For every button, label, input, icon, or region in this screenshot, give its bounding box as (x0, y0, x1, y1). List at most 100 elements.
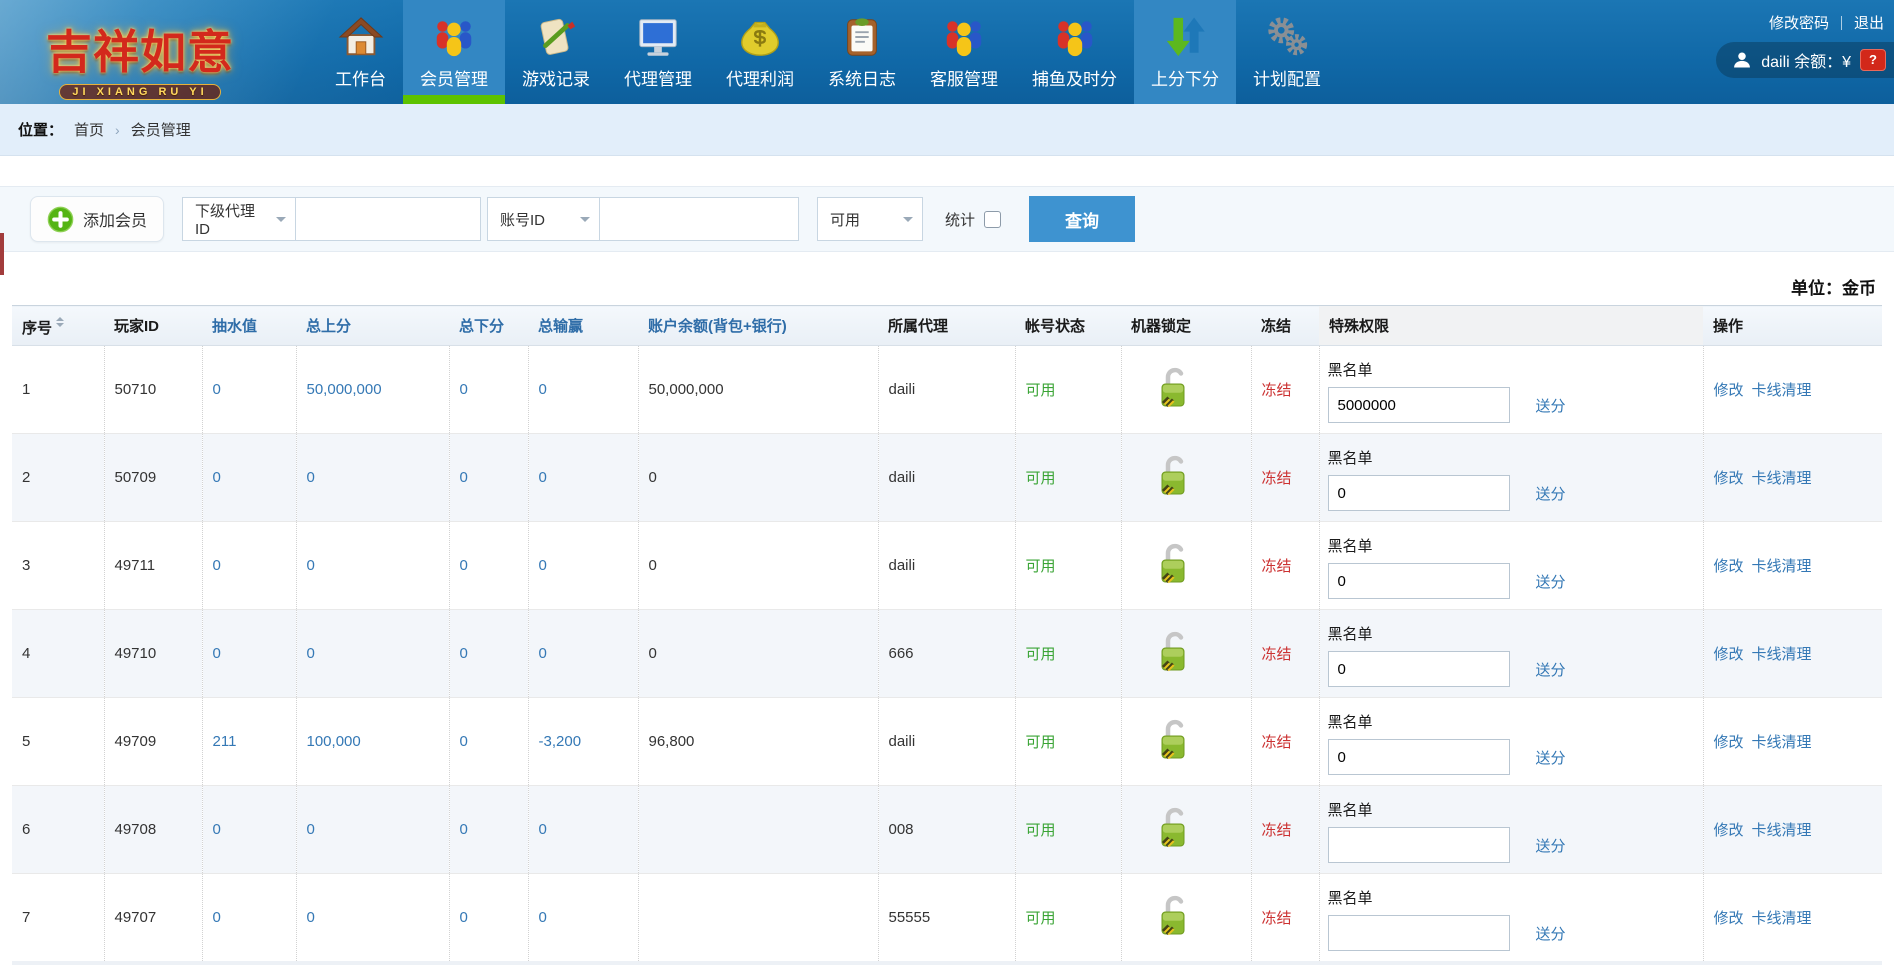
score-input[interactable] (1328, 651, 1510, 687)
edit-link[interactable]: 修改 (1714, 382, 1744, 399)
cell-special-privileges: 黑名单送分 (1319, 698, 1703, 786)
nav-item-8[interactable]: 捕鱼及时分 (1015, 0, 1134, 104)
cell-balance: 0 (638, 434, 878, 522)
clear-line-link[interactable]: 卡线清理 (1752, 734, 1812, 751)
nav-item-label: 游戏记录 (522, 65, 590, 90)
cell-status: 可用 (1015, 786, 1121, 874)
col-header-4[interactable]: 总上分 (296, 306, 449, 346)
agent-id-input[interactable] (295, 197, 481, 241)
edit-link[interactable]: 修改 (1714, 470, 1744, 487)
lock-open-icon[interactable] (1156, 453, 1192, 499)
add-member-button[interactable]: 添加会员 (30, 196, 164, 242)
lock-open-icon[interactable] (1156, 365, 1192, 411)
cell-player-id: 49711 (104, 522, 202, 610)
status-select[interactable]: 可用 (817, 197, 923, 241)
cell-index: 1 (12, 346, 104, 434)
cell-freeze: 冻结 (1251, 434, 1319, 522)
cell-freeze: 冻结 (1251, 786, 1319, 874)
brand-logo: 吉祥如意 JI XIANG RU YI (12, 2, 268, 102)
score-input[interactable] (1328, 387, 1510, 423)
clear-line-link[interactable]: 卡线清理 (1752, 470, 1812, 487)
score-updown-icon (1162, 14, 1208, 60)
unit-label: 单位：金币 (1791, 274, 1876, 299)
monitor-icon (635, 14, 681, 60)
filter-panel: 添加会员 下级代理ID 账号ID 可用 统计 查询 (0, 186, 1894, 252)
score-input[interactable] (1328, 563, 1510, 599)
clear-line-link[interactable]: 卡线清理 (1752, 910, 1812, 927)
cell-machine-lock (1121, 522, 1251, 610)
col-header-1[interactable]: 序号 (12, 306, 104, 346)
lock-open-icon[interactable] (1156, 805, 1192, 851)
search-button[interactable]: 查询 (1029, 196, 1135, 242)
nav-item-1[interactable]: 工作台 (318, 0, 403, 104)
clear-line-link[interactable]: 卡线清理 (1752, 646, 1812, 663)
col-header-6[interactable]: 总输赢 (528, 306, 638, 346)
clear-line-link[interactable]: 卡线清理 (1752, 558, 1812, 575)
lock-open-icon[interactable] (1156, 541, 1192, 587)
freeze-link[interactable]: 冻结 (1262, 646, 1292, 663)
nav-item-5[interactable]: 代理利润 (709, 0, 811, 104)
nav-item-9[interactable]: 上分下分 (1134, 0, 1236, 104)
nav-item-7[interactable]: 客服管理 (913, 0, 1015, 104)
stat-filter: 统计 (945, 209, 1001, 230)
give-score-link[interactable]: 送分 (1536, 571, 1566, 592)
stat-checkbox[interactable] (984, 211, 1001, 228)
account-id-input[interactable] (599, 197, 799, 241)
left-edge-marker (0, 233, 4, 275)
col-header-7[interactable]: 账户余额(背包+银行) (638, 306, 878, 346)
lock-open-icon[interactable] (1156, 893, 1192, 939)
freeze-link[interactable]: 冻结 (1262, 822, 1292, 839)
nav-item-6[interactable]: 系统日志 (811, 0, 913, 104)
freeze-link[interactable]: 冻结 (1262, 382, 1292, 399)
breadcrumb-current[interactable]: 会员管理 (131, 119, 191, 140)
clear-line-link[interactable]: 卡线清理 (1752, 382, 1812, 399)
logout-link[interactable]: 退出 (1854, 12, 1884, 33)
blacklist-label: 黑名单 (1328, 359, 1703, 380)
give-score-link[interactable]: 送分 (1536, 835, 1566, 856)
clear-line-link[interactable]: 卡线清理 (1752, 822, 1812, 839)
agent-id-select-value: 下级代理ID (195, 200, 269, 238)
clipboard-icon (839, 14, 885, 60)
blacklist-label: 黑名单 (1328, 623, 1703, 644)
lock-open-icon[interactable] (1156, 717, 1192, 763)
edit-link[interactable]: 修改 (1714, 734, 1744, 751)
agent-id-select[interactable]: 下级代理ID (182, 197, 296, 241)
game-record-icon (533, 14, 579, 60)
edit-link[interactable]: 修改 (1714, 646, 1744, 663)
breadcrumb-home[interactable]: 首页 (74, 119, 104, 140)
cell-rake: 0 (202, 522, 296, 610)
table-row: 44971000000666可用冻结黑名单送分修改卡线清理 (12, 610, 1882, 698)
account-id-select[interactable]: 账号ID (487, 197, 600, 241)
change-password-link[interactable]: 修改密码 (1769, 12, 1829, 33)
cell-total-winloss: 0 (528, 434, 638, 522)
table-row: 25070900000daili可用冻结黑名单送分修改卡线清理 (12, 434, 1882, 522)
score-input[interactable] (1328, 475, 1510, 511)
status-select-value: 可用 (830, 209, 860, 230)
score-input[interactable] (1328, 827, 1510, 863)
freeze-link[interactable]: 冻结 (1262, 558, 1292, 575)
cell-total-down: 0 (449, 434, 528, 522)
lock-open-icon[interactable] (1156, 629, 1192, 675)
cell-player-id: 49710 (104, 610, 202, 698)
give-score-link[interactable]: 送分 (1536, 483, 1566, 504)
col-header-3[interactable]: 抽水值 (202, 306, 296, 346)
col-header-5[interactable]: 总下分 (449, 306, 528, 346)
give-score-link[interactable]: 送分 (1536, 395, 1566, 416)
edit-link[interactable]: 修改 (1714, 558, 1744, 575)
cell-freeze: 冻结 (1251, 522, 1319, 610)
give-score-link[interactable]: 送分 (1536, 747, 1566, 768)
nav-item-2[interactable]: 会员管理 (403, 0, 505, 104)
freeze-link[interactable]: 冻结 (1262, 470, 1292, 487)
score-input[interactable] (1328, 739, 1510, 775)
give-score-link[interactable]: 送分 (1536, 923, 1566, 944)
nav-item-10[interactable]: 计划配置 (1236, 0, 1338, 104)
freeze-link[interactable]: 冻结 (1262, 734, 1292, 751)
give-score-link[interactable]: 送分 (1536, 659, 1566, 680)
edit-link[interactable]: 修改 (1714, 822, 1744, 839)
score-input[interactable] (1328, 915, 1510, 951)
edit-link[interactable]: 修改 (1714, 910, 1744, 927)
nav-item-4[interactable]: 代理管理 (607, 0, 709, 104)
members-icon (431, 14, 477, 60)
nav-item-3[interactable]: 游戏记录 (505, 0, 607, 104)
freeze-link[interactable]: 冻结 (1262, 910, 1292, 927)
